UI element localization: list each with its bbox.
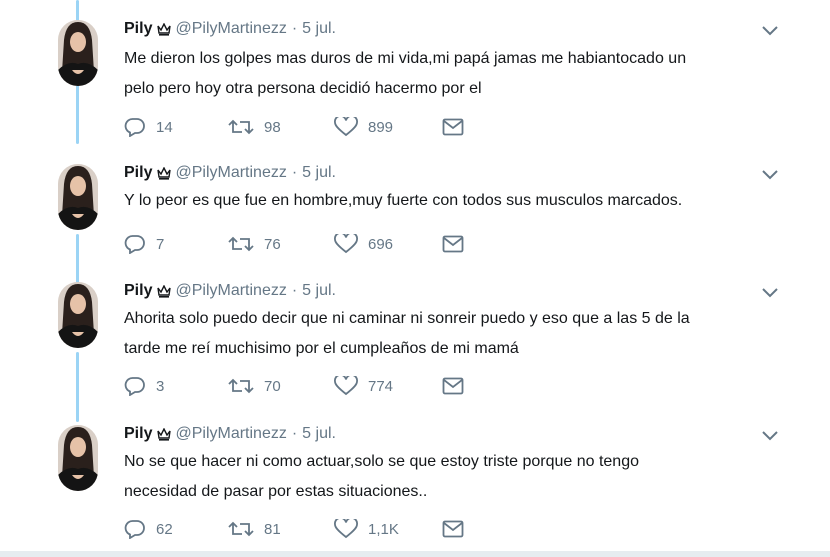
display-name[interactable]: Pily [124,20,152,38]
retweet-icon [228,378,254,394]
crown-icon [157,22,172,36]
crown-icon [157,284,172,298]
retweet-icon [228,236,254,252]
envelope-icon [442,235,464,253]
retweet-icon [228,521,254,537]
crown-icon [157,166,172,180]
avatar[interactable] [58,425,98,491]
like-button[interactable]: 774 [334,376,442,396]
timestamp[interactable]: 5 jul. [302,425,336,443]
tweet-actions: 62 81 1,1K [124,517,464,541]
tweet-actions: 7 76 696 [124,232,464,256]
envelope-icon [442,118,464,136]
tweet-header: Pily @PilyMartinezz · 5 jul. [124,423,336,445]
separator: · [291,425,298,442]
tweet-text: Me dieron los golpes mas duros de mi vid… [124,44,784,104]
username[interactable]: @PilyMartinezz [175,425,286,443]
chevron-down-icon[interactable] [760,168,780,182]
heart-icon [334,519,358,539]
tweet-text-line: tarde me reí muchisimo por el cumpleaños… [124,340,519,357]
reply-button[interactable]: 7 [124,234,228,254]
tweet-actions: 3 70 774 [124,374,464,398]
like-button[interactable]: 696 [334,234,442,254]
separator: · [291,164,298,181]
heart-icon [334,376,358,396]
tweet-header: Pily @PilyMartinezz · 5 jul. [124,280,336,302]
like-count: 696 [368,235,394,253]
retweet-button[interactable]: 81 [228,519,334,539]
reply-count: 14 [156,118,173,136]
reply-button[interactable]: 14 [124,117,228,137]
timestamp[interactable]: 5 jul. [302,20,336,38]
tweet-text-line: pelo pero hoy otra persona decidió hacer… [124,80,482,97]
tweet-header: Pily @PilyMartinezz · 5 jul. [124,162,336,184]
tweet-text-line: Me dieron los golpes mas duros de mi vid… [124,50,687,67]
crown-icon [157,427,172,441]
tweet-text-line: Ahorita solo puedo decir que ni caminar … [124,310,690,327]
tweet-text: No se que hacer ni como actuar,solo se q… [124,447,784,507]
retweet-count: 76 [264,235,281,253]
retweet-button[interactable]: 98 [228,117,334,137]
separator: · [291,20,298,37]
direct-message-button[interactable] [442,118,464,136]
heart-icon [334,117,358,137]
separator: · [291,282,298,299]
display-name[interactable]: Pily [124,164,152,182]
reply-icon [124,520,145,539]
like-button[interactable]: 899 [334,117,442,137]
envelope-icon [442,520,464,538]
thread-line [76,234,79,284]
tweet-text-line: Y lo peor es que fue en hombre,muy fuert… [124,192,683,209]
retweet-icon [228,119,254,135]
thread-line [76,352,79,422]
envelope-icon [442,377,464,395]
tweet-text: Y lo peor es que fue en hombre,muy fuert… [124,186,784,216]
chevron-down-icon[interactable] [760,429,780,443]
timestamp[interactable]: 5 jul. [302,282,336,300]
reply-count: 7 [156,235,165,253]
tweet-text-line: No se que hacer ni como actuar,solo se q… [124,453,639,470]
reply-icon [124,118,145,137]
tweet-header: Pily @PilyMartinezz · 5 jul. [124,18,336,40]
retweet-count: 70 [264,377,281,395]
avatar[interactable] [58,164,98,230]
tweet-text-line: necesidad de pasar por estas situaciones… [124,483,428,500]
retweet-button[interactable]: 76 [228,234,334,254]
reply-icon [124,377,145,396]
heart-icon [334,234,358,254]
like-count: 899 [368,118,394,136]
chevron-down-icon[interactable] [760,286,780,300]
username[interactable]: @PilyMartinezz [175,282,286,300]
avatar[interactable] [58,20,98,86]
direct-message-button[interactable] [442,377,464,395]
display-name[interactable]: Pily [124,425,152,443]
username[interactable]: @PilyMartinezz [175,20,286,38]
like-button[interactable]: 1,1K [334,519,442,539]
bottom-divider [0,551,830,557]
reply-count: 62 [156,520,173,538]
like-count: 774 [368,377,394,395]
direct-message-button[interactable] [442,235,464,253]
display-name[interactable]: Pily [124,282,152,300]
retweet-count: 98 [264,118,281,136]
reply-icon [124,235,145,254]
username[interactable]: @PilyMartinezz [175,164,286,182]
retweet-count: 81 [264,520,281,538]
like-count: 1,1K [368,520,399,538]
timestamp[interactable]: 5 jul. [302,164,336,182]
tweet-actions: 14 98 899 [124,115,464,139]
chevron-down-icon[interactable] [760,24,780,38]
direct-message-button[interactable] [442,520,464,538]
reply-button[interactable]: 62 [124,519,228,539]
reply-button[interactable]: 3 [124,376,228,396]
reply-count: 3 [156,377,165,395]
retweet-button[interactable]: 70 [228,376,334,396]
tweet-text: Ahorita solo puedo decir que ni caminar … [124,304,784,364]
avatar[interactable] [58,282,98,348]
